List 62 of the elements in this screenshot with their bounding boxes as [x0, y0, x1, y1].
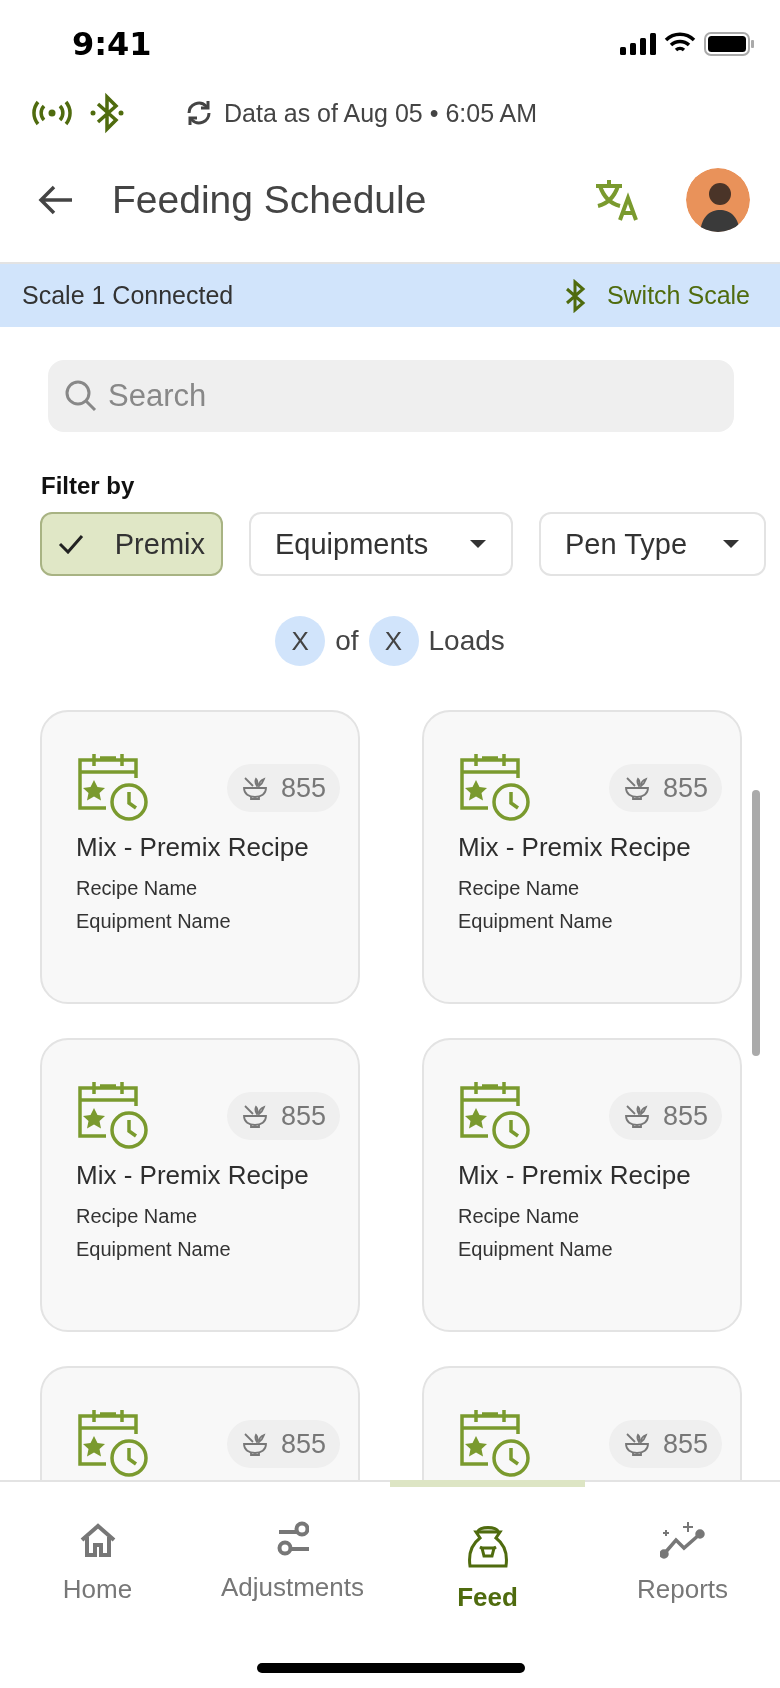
equipment-name: Equipment Name — [458, 1238, 614, 1261]
scrollbar-thumb[interactable] — [752, 790, 760, 1056]
mortar-pestle-icon — [622, 775, 651, 801]
nav-tab[interactable]: Feed — [390, 1482, 585, 1688]
count-text: 855 — [662, 1428, 708, 1460]
count-text: 855 — [662, 1100, 708, 1132]
switch-scale-button[interactable]: Switch Scale — [562, 278, 750, 313]
loads-text: Loads — [428, 625, 505, 657]
back-button[interactable] — [38, 184, 74, 216]
filter-dropdown[interactable]: Pen Type — [539, 512, 766, 576]
recipe-name: Recipe Name — [76, 1205, 199, 1228]
load-count: X — [275, 616, 326, 666]
mortar-pestle-icon — [240, 775, 269, 801]
checkmark-icon — [58, 534, 84, 554]
schedule-card[interactable]: 855 Mix - Premix Recipe Recipe Name Equipment Name — [40, 1038, 360, 1332]
caret-down-icon — [469, 539, 487, 549]
card-title: Mix - Premix Recipe — [76, 1160, 310, 1191]
load-count: X — [368, 616, 419, 666]
trend-sparkle-icon — [659, 1520, 706, 1560]
schedule-card[interactable]: 855 — [422, 1366, 742, 1480]
mortar-pestle-icon — [622, 1431, 651, 1457]
nav-tab[interactable]: Reports — [585, 1482, 780, 1688]
recipe-name: Recipe Name — [76, 877, 199, 900]
recipe-name: Recipe Name — [458, 1205, 581, 1228]
schedule-card[interactable]: 855 Mix - Premix Recipe Recipe Name Equipment Name — [40, 710, 360, 1004]
mortar-pestle-icon — [240, 1103, 269, 1129]
translate-button[interactable] — [594, 178, 640, 222]
filter-label: Filter by — [41, 472, 136, 500]
card-title: Mix - Premix Recipe — [458, 1160, 692, 1191]
scale-status: Scale 1 Connected — [22, 281, 234, 310]
count-text: 855 — [280, 1428, 326, 1460]
filter-chip[interactable]: Premix — [40, 512, 223, 576]
schedule-card[interactable]: 855 Mix - Premix Recipe Recipe Name Equipment Name — [422, 1038, 742, 1332]
equipment-name: Equipment Name — [76, 910, 232, 933]
count-text: 855 — [280, 1100, 326, 1132]
status-time: 9:41 — [72, 25, 152, 63]
card-title: Mix - Premix Recipe — [76, 832, 310, 863]
equipment-name: Equipment Name — [458, 910, 614, 933]
mortar-pestle-icon — [240, 1431, 269, 1457]
count-text: 855 — [280, 772, 326, 804]
search-icon — [64, 379, 98, 413]
toggles-icon — [276, 1520, 309, 1558]
bluetooth-icon — [90, 92, 124, 134]
broadcast-icon — [32, 100, 72, 126]
filter-dropdown[interactable]: Equipments — [249, 512, 513, 576]
card-title: Mix - Premix Recipe — [458, 832, 692, 863]
avatar[interactable] — [686, 168, 750, 232]
cellular-signal-icon — [620, 33, 656, 55]
schedule-card[interactable]: 855 — [40, 1366, 360, 1480]
mortar-pestle-icon — [622, 1103, 651, 1129]
data-timestamp: Data as of Aug 05 • 6:05 AM — [224, 98, 538, 128]
nav-tab[interactable]: Home — [0, 1482, 195, 1688]
nav-tab[interactable]: Adjustments — [195, 1482, 390, 1688]
page-title: Feeding Schedule — [112, 178, 428, 222]
recipe-name: Recipe Name — [458, 877, 581, 900]
schedule-card[interactable]: 855 Mix - Premix Recipe Recipe Name Equipment Name — [422, 710, 742, 1004]
equipment-name: Equipment Name — [76, 1238, 232, 1261]
count-text: 855 — [662, 772, 708, 804]
caret-down-icon — [722, 539, 740, 549]
battery-icon — [704, 32, 754, 56]
search-field[interactable]: Search — [48, 360, 734, 432]
loads-text: of — [335, 625, 359, 657]
